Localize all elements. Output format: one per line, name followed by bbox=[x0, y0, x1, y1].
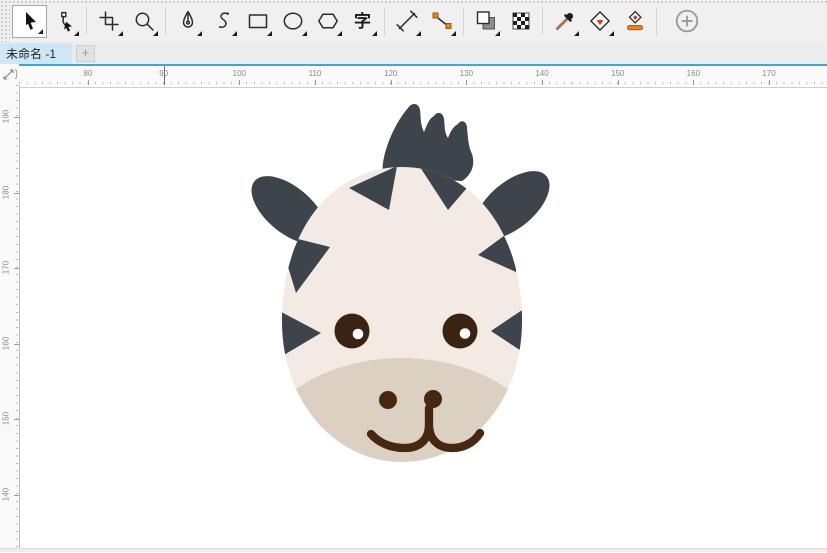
horizontal-ruler-minor-ticks bbox=[4, 82, 827, 84]
zebra-left-nostril bbox=[379, 391, 397, 409]
artwork-zebra-face[interactable] bbox=[19, 85, 827, 548]
document-tabbar: 未命名 -1 + bbox=[0, 42, 827, 64]
horizontal-ruler: 8090100110120130140150160170 bbox=[0, 64, 827, 85]
zebra-right-eye bbox=[442, 313, 478, 349]
document-tab-active[interactable]: 未命名 -1 bbox=[0, 43, 72, 64]
dimension-line-icon bbox=[395, 10, 418, 32]
shadow-tool-button[interactable] bbox=[468, 3, 503, 39]
hruler-label: 160 bbox=[686, 69, 701, 78]
connector-tool-button[interactable] bbox=[424, 3, 459, 39]
polygon-tool-button[interactable] bbox=[310, 3, 345, 39]
eyedropper-icon bbox=[555, 13, 573, 30]
vruler-label: 150 bbox=[1, 412, 11, 426]
toolbox: 字 bbox=[0, 3, 704, 39]
hruler-tick bbox=[163, 66, 165, 85]
shape-edit-node-icon bbox=[60, 11, 72, 32]
hruler-label: 120 bbox=[383, 69, 398, 78]
ellipse-icon bbox=[283, 12, 302, 30]
polygon-icon bbox=[317, 13, 338, 29]
connector-nodes-icon bbox=[432, 12, 451, 29]
smart-fill-tool-button[interactable] bbox=[617, 3, 652, 39]
text-tool-button[interactable]: 字 bbox=[345, 3, 380, 39]
hruler-label: 140 bbox=[535, 69, 549, 78]
rectangle-tool-button[interactable] bbox=[240, 3, 275, 39]
ruler-origin-corner[interactable] bbox=[0, 64, 19, 85]
flyout-indicator bbox=[197, 31, 202, 36]
pen-nib-icon bbox=[182, 10, 193, 28]
vruler-label: 190 bbox=[1, 109, 11, 124]
document-tab-label: 未命名 -1 bbox=[6, 47, 57, 61]
shape-tool-button[interactable] bbox=[47, 3, 82, 39]
flyout-indicator bbox=[451, 31, 456, 36]
magnifier-icon bbox=[135, 12, 154, 31]
vruler-label: 180 bbox=[1, 185, 11, 199]
hruler-label: 80 bbox=[83, 69, 93, 78]
crop-tool-button[interactable] bbox=[91, 3, 126, 39]
ellipse-tool-button[interactable] bbox=[275, 3, 310, 39]
toolbar-separator bbox=[656, 7, 657, 35]
pick-tool-button[interactable] bbox=[12, 4, 47, 38]
checkerboard-icon bbox=[512, 12, 529, 30]
ruler-origin-icon bbox=[3, 68, 18, 80]
crop-icon bbox=[98, 11, 119, 31]
toolbar-separator bbox=[86, 7, 87, 35]
vertical-ruler-minor-ticks bbox=[16, 85, 18, 548]
plus-circle-icon bbox=[675, 9, 698, 33]
toolbar-separator bbox=[463, 7, 464, 35]
hruler-label: 100 bbox=[232, 69, 247, 78]
flyout-indicator bbox=[267, 31, 272, 36]
rectangle-icon bbox=[248, 14, 267, 29]
text-glyph-icon: 字 bbox=[354, 11, 371, 31]
drop-shadow-squares-icon bbox=[476, 11, 495, 30]
hruler-label: 110 bbox=[308, 69, 322, 78]
flyout-indicator bbox=[38, 28, 43, 34]
hruler-label: 170 bbox=[762, 69, 776, 78]
flyout-indicator bbox=[74, 31, 79, 36]
flyout-indicator bbox=[337, 31, 342, 36]
flyout-indicator bbox=[372, 31, 377, 36]
page-left-edge bbox=[19, 85, 20, 548]
vertical-ruler: 190 180 170 160 150 140 bbox=[0, 85, 19, 548]
zebra-left-eye bbox=[334, 313, 370, 349]
bottom-strip bbox=[0, 548, 827, 552]
drawing-canvas[interactable] bbox=[19, 85, 827, 548]
new-document-tab-button[interactable]: + bbox=[76, 45, 95, 62]
main-toolbar: 字 bbox=[0, 0, 827, 42]
zebra-left-eye-highlight bbox=[352, 328, 364, 340]
flyout-indicator bbox=[118, 31, 123, 36]
smart-fill-icon bbox=[626, 10, 643, 31]
hruler-label: 130 bbox=[459, 69, 474, 78]
vruler-label: 140 bbox=[1, 487, 11, 502]
dimension-tool-button[interactable] bbox=[389, 3, 424, 39]
toolbar-separator bbox=[384, 7, 385, 35]
vruler-label: 160 bbox=[1, 336, 11, 350]
fill-diamond-icon bbox=[589, 10, 610, 32]
hruler-label: 150 bbox=[611, 69, 625, 78]
zebra-right-eye-highlight bbox=[459, 328, 471, 339]
flyout-indicator bbox=[495, 31, 500, 36]
flyout-indicator bbox=[153, 31, 158, 36]
flyout-indicator bbox=[574, 31, 579, 36]
zebra-muzzle bbox=[281, 358, 523, 462]
eyedropper-tool-button[interactable] bbox=[547, 3, 582, 39]
flyout-indicator bbox=[416, 31, 421, 36]
zoom-tool-button[interactable] bbox=[126, 3, 161, 39]
flyout-indicator bbox=[609, 31, 614, 36]
flyout-indicator bbox=[302, 31, 307, 36]
toolbar-separator bbox=[165, 7, 166, 35]
add-tool-button[interactable] bbox=[669, 3, 704, 39]
transparency-tool-button[interactable] bbox=[503, 3, 538, 39]
pen-tool-button[interactable] bbox=[170, 3, 205, 39]
page-top-edge bbox=[19, 87, 827, 88]
bspline-tool-button[interactable] bbox=[205, 3, 240, 39]
fill-tool-button[interactable] bbox=[582, 3, 617, 39]
vruler-label: 170 bbox=[1, 261, 11, 275]
toolbar-separator bbox=[542, 7, 543, 35]
flyout-indicator bbox=[232, 31, 237, 36]
curve-hook-icon bbox=[218, 12, 229, 28]
